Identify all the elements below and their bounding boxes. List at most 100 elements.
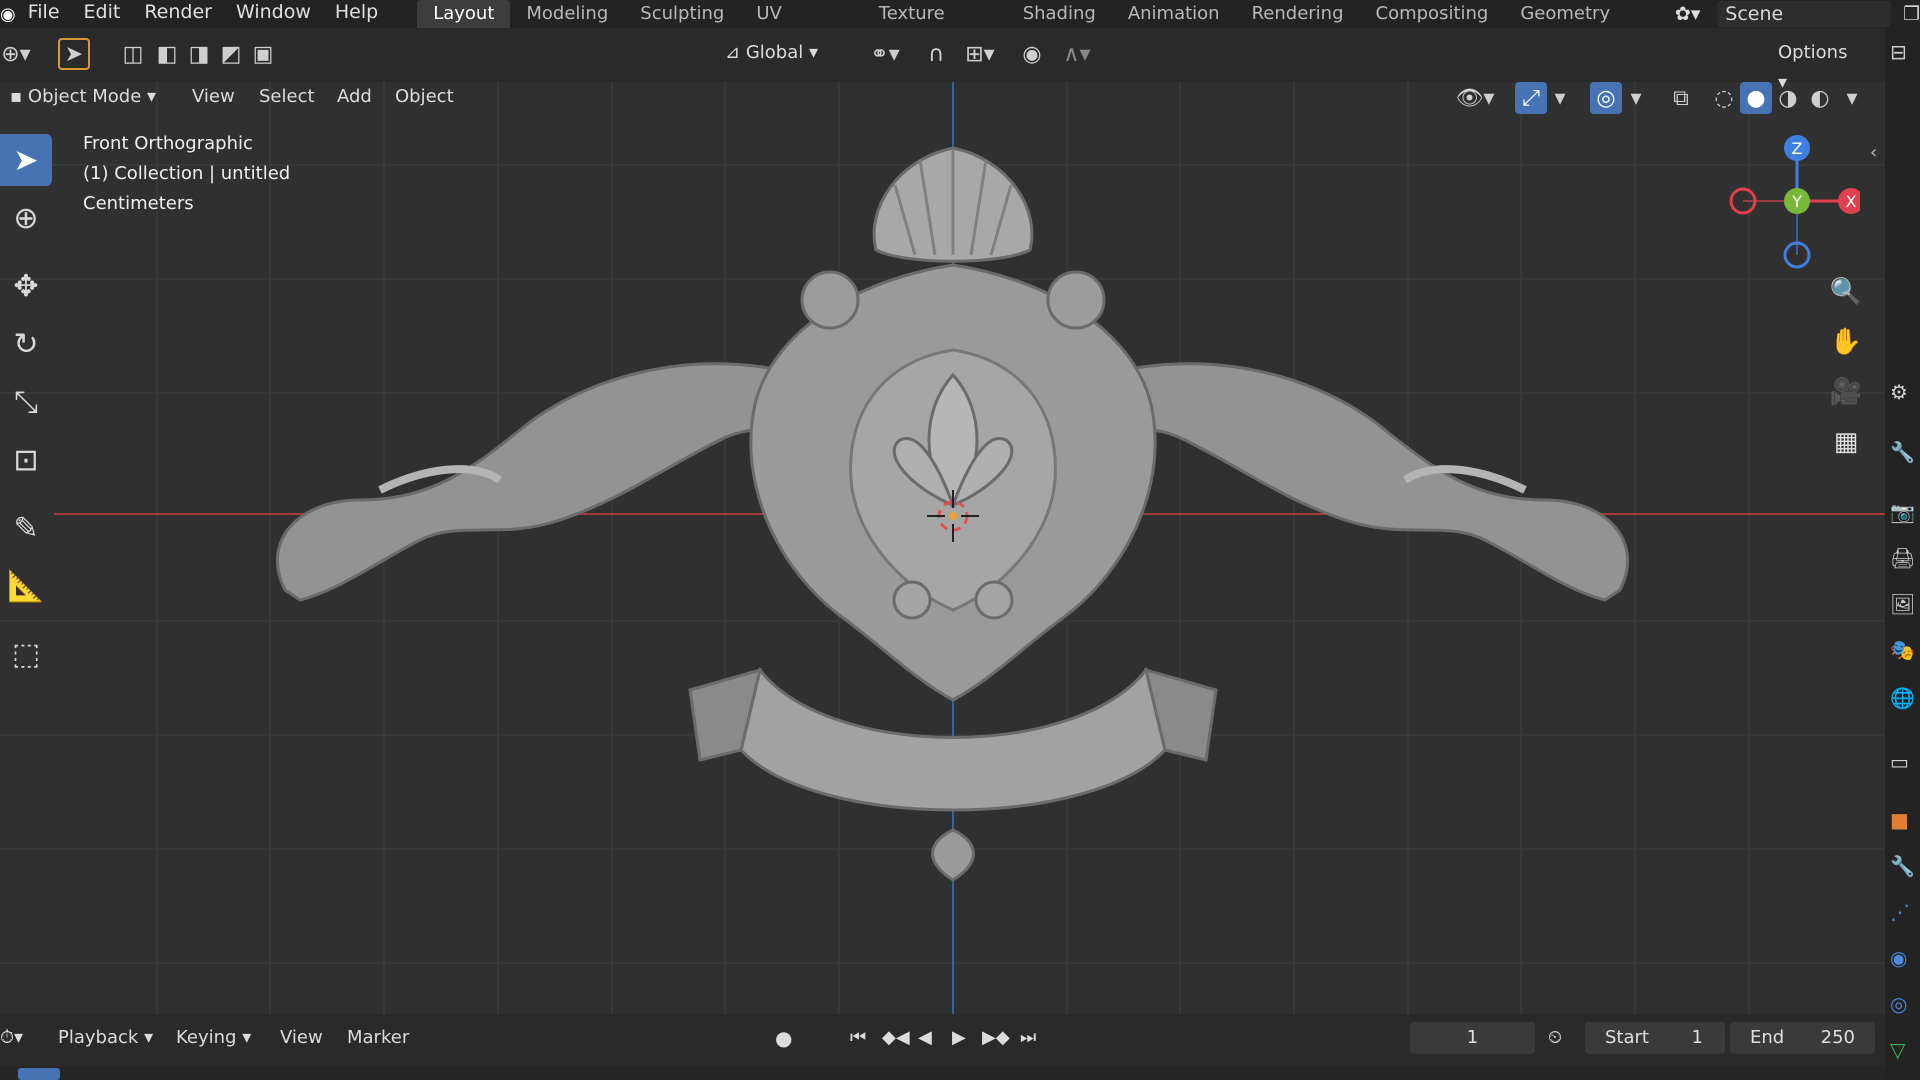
zoom-icon[interactable]: 🔍 <box>1824 270 1868 314</box>
pan-hand-icon[interactable]: ✋ <box>1824 320 1868 364</box>
jump-end-icon[interactable]: ⏭ <box>1020 1023 1036 1053</box>
add-cube-tool[interactable]: ⬚ <box>0 628 52 680</box>
proportional-edit-icon[interactable]: ◉ <box>1016 38 1048 70</box>
editor-type-icon[interactable]: ⊕▾ <box>0 38 32 70</box>
current-frame-field[interactable]: 1 <box>1410 1022 1535 1054</box>
record-icon[interactable]: ● <box>775 1023 792 1053</box>
navigation-gizmo[interactable]: Z X Y <box>1720 128 1860 278</box>
timeline-scrub-area[interactable] <box>0 1066 1885 1080</box>
menu-file[interactable]: File <box>16 0 72 28</box>
tab-geometry-nodes[interactable]: Geometry Nod <box>1504 0 1663 52</box>
object-properties-icon[interactable]: ■ <box>1890 808 1920 838</box>
ortho-grid-icon[interactable]: ▦ <box>1824 420 1868 464</box>
data-properties-icon[interactable]: ▽ <box>1890 1038 1920 1068</box>
play-reverse-icon[interactable]: ◀ <box>918 1023 932 1053</box>
modifier-properties-icon[interactable]: 🔧 <box>1890 854 1920 884</box>
scene-properties-icon[interactable]: 🎭 <box>1890 638 1920 668</box>
chevron-down-icon[interactable]: ▾ <box>1624 82 1648 114</box>
select-tool-icon[interactable]: ➤ <box>58 38 90 70</box>
tab-animation[interactable]: Animation <box>1112 0 1236 28</box>
menu-add[interactable]: Add <box>337 82 372 112</box>
jump-start-icon[interactable]: ⏮ <box>850 1023 866 1053</box>
timeline-view-menu[interactable]: View <box>280 1023 323 1053</box>
timeline-editor-icon[interactable]: ⏱▾ <box>0 1023 23 1053</box>
measure-tool[interactable]: 📐 <box>0 560 52 612</box>
select-subtract-icon[interactable]: ◨ <box>184 38 214 70</box>
collapse-sidebar-icon[interactable]: ‹ <box>1870 142 1877 163</box>
transform-tool[interactable]: ⊡ <box>0 434 52 486</box>
view-layer-icon[interactable]: 🖼 <box>1890 592 1920 622</box>
tab-modeling[interactable]: Modeling <box>510 0 624 28</box>
menu-render[interactable]: Render <box>132 0 224 28</box>
preview-range-icon[interactable]: ⏲ <box>1548 1023 1562 1053</box>
svg-text:Z: Z <box>1792 139 1803 158</box>
playback-dropdown[interactable]: Playback ▾ <box>58 1023 153 1053</box>
cursor-tool[interactable]: ⊕ <box>0 192 52 244</box>
particles-icon[interactable]: ⋰ <box>1890 900 1920 930</box>
constraints-icon[interactable]: ◎ <box>1890 992 1920 1022</box>
keying-dropdown[interactable]: Keying ▾ <box>176 1023 251 1053</box>
tool-properties-icon[interactable]: ⊟ <box>1890 40 1920 70</box>
options-dropdown[interactable]: Options ▾ <box>1768 38 1870 93</box>
tool-settings-icon[interactable]: 🔧 <box>1890 440 1920 470</box>
select-new-icon[interactable]: ◫ <box>118 38 148 70</box>
select-intersect-icon[interactable]: ▣ <box>248 38 278 70</box>
snap-icon[interactable]: ∩ <box>920 38 952 70</box>
marker-menu[interactable]: Marker <box>347 1023 409 1053</box>
play-icon[interactable]: ▶ <box>952 1023 966 1053</box>
transform-orientation-dropdown[interactable]: ⊿ Global ▾ <box>715 38 845 68</box>
gizmo-toggle-icon[interactable]: ⤢ <box>1515 82 1547 114</box>
annotate-tool[interactable]: ✎ <box>0 502 52 554</box>
chevron-down-icon[interactable]: ▾ <box>1840 82 1864 114</box>
menu-select[interactable]: Select <box>259 82 315 112</box>
playhead[interactable] <box>18 1068 60 1080</box>
menu-view[interactable]: View <box>192 82 235 112</box>
end-frame-field[interactable]: End 250 <box>1730 1022 1875 1054</box>
prev-keyframe-icon[interactable]: ◆◀ <box>882 1023 910 1053</box>
visibility-icon[interactable]: 👁▾ <box>1450 82 1500 114</box>
scale-tool[interactable]: ⤡ <box>0 376 52 428</box>
menu-help[interactable]: Help <box>323 0 390 28</box>
object-mode-dropdown[interactable]: ▪ Object Mode ▾ <box>0 82 170 112</box>
rendered-shading-icon[interactable]: ◐ <box>1804 82 1836 114</box>
viewport-3d[interactable] <box>0 82 1885 1014</box>
tab-uv-editing[interactable]: UV Editing <box>740 0 862 52</box>
select-box-tool[interactable]: ➤ <box>0 134 52 186</box>
chevron-down-icon: ▾ <box>242 1027 252 1048</box>
scene-name[interactable]: Scene <box>1717 1 1891 27</box>
chevron-down-icon[interactable]: ▾ <box>1548 82 1572 114</box>
tab-sculpting[interactable]: Sculpting <box>624 0 740 28</box>
scene-selector-icon[interactable]: ✿▾ <box>1675 3 1717 25</box>
active-tool-icon[interactable]: ⚙ <box>1890 380 1920 410</box>
next-keyframe-icon[interactable]: ▶◆ <box>982 1023 1010 1053</box>
snap-target-icon[interactable]: ⊞▾ <box>955 38 1005 70</box>
select-invert-icon[interactable]: ◩ <box>216 38 246 70</box>
blender-logo-icon[interactable]: ◉ <box>0 4 16 25</box>
solid-shading-icon[interactable]: ● <box>1740 82 1772 114</box>
tab-texture-paint[interactable]: Texture Paint <box>863 0 1007 52</box>
menu-window[interactable]: Window <box>224 0 323 28</box>
render-properties-icon[interactable]: 📷 <box>1890 500 1920 530</box>
select-extend-icon[interactable]: ◧ <box>152 38 182 70</box>
tab-layout[interactable]: Layout <box>417 0 511 28</box>
material-shading-icon[interactable]: ◑ <box>1772 82 1804 114</box>
physics-icon[interactable]: ◉ <box>1890 946 1920 976</box>
move-tool[interactable]: ✥ <box>0 260 52 312</box>
camera-view-icon[interactable]: 🎥 <box>1824 370 1868 414</box>
tab-compositing[interactable]: Compositing <box>1360 0 1505 28</box>
falloff-icon[interactable]: ∧▾ <box>1052 38 1102 70</box>
start-frame-field[interactable]: Start 1 <box>1585 1022 1725 1054</box>
menu-object[interactable]: Object <box>395 82 454 112</box>
pivot-point-icon[interactable]: ⚭▾ <box>860 38 910 70</box>
tab-rendering[interactable]: Rendering <box>1236 0 1360 28</box>
xray-icon[interactable]: ⧉ <box>1665 82 1697 114</box>
tab-shading[interactable]: Shading <box>1007 0 1112 28</box>
overlays-icon[interactable]: ◎ <box>1590 82 1622 114</box>
rotate-tool[interactable]: ↻ <box>0 318 52 370</box>
new-scene-icon[interactable]: ❐ <box>1903 3 1920 25</box>
world-properties-icon[interactable]: 🌐 <box>1890 686 1920 716</box>
menu-edit[interactable]: Edit <box>72 0 133 28</box>
wireframe-shading-icon[interactable]: ◌ <box>1708 82 1740 114</box>
output-properties-icon[interactable]: 🖨 <box>1890 546 1920 576</box>
collection-properties-icon[interactable]: ▭ <box>1890 750 1920 780</box>
